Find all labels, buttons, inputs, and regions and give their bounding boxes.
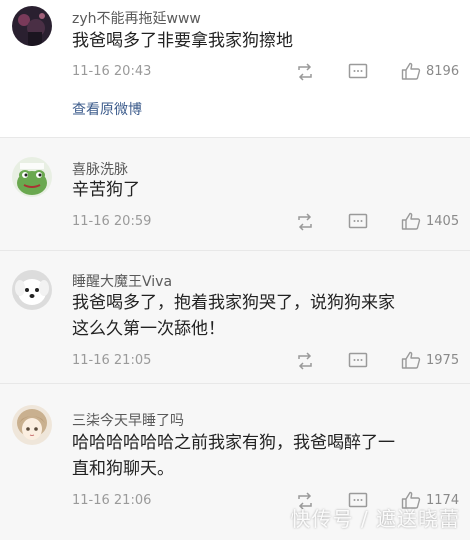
comment-text: 我爸喝多了非要拿我家狗擦地 — [72, 31, 293, 51]
avatar[interactable] — [12, 157, 52, 197]
username[interactable]: zyh不能再拖延www — [72, 8, 201, 28]
repost-icon[interactable] — [295, 352, 315, 370]
username[interactable]: 睡醒大魔王Viva — [72, 271, 172, 291]
comment-text-line-2: 直和狗聊天。 — [72, 459, 174, 479]
timestamp: 11-16 20:43 — [72, 64, 152, 79]
comment-text-line-2: 这么久第一次舔他！ — [72, 319, 225, 339]
like-count: 1405 — [426, 214, 460, 229]
username[interactable]: 三柒今天早睡了吗 — [72, 410, 184, 430]
timestamp: 11-16 20:59 — [72, 214, 152, 229]
divider — [0, 250, 470, 251]
watermark: 快传号 / 遮送晓蕾 — [290, 507, 460, 531]
divider — [0, 383, 470, 384]
white-dog-avatar-image — [12, 270, 52, 310]
like-count: 1975 — [426, 353, 460, 368]
comment-icon[interactable] — [348, 213, 368, 231]
divider — [0, 137, 470, 138]
pepe-frog-avatar-image — [12, 157, 52, 197]
comment-text-line-1: 哈哈哈哈哈哈之前我家有狗，我爸喝醉了一 — [72, 433, 395, 453]
comment-icon[interactable] — [348, 63, 368, 81]
repost-icon[interactable] — [295, 213, 315, 231]
username[interactable]: 喜脉洗脉 — [72, 159, 128, 179]
timestamp: 11-16 21:05 — [72, 353, 152, 368]
view-original-link[interactable]: 查看原微博 — [72, 99, 142, 119]
like-icon[interactable] — [401, 212, 421, 230]
avatar[interactable] — [12, 270, 52, 310]
comment-icon[interactable] — [348, 352, 368, 370]
timestamp: 11-16 21:06 — [72, 493, 152, 508]
dark-photo-avatar-image — [12, 6, 52, 46]
comment-text: 辛苦狗了 — [72, 180, 140, 200]
comment-3: 睡醒大魔王Viva 我爸喝多了，抱着我家狗哭了，说狗狗来家 这么久第一次舔他！ … — [0, 250, 470, 383]
avatar[interactable] — [12, 6, 52, 46]
like-icon[interactable] — [401, 351, 421, 369]
like-icon[interactable] — [401, 62, 421, 80]
comment-2: 喜脉洗脉 辛苦狗了 11-16 20:59 1405 — [0, 137, 470, 250]
like-count: 8196 — [426, 64, 460, 79]
comment-text-line-1: 我爸喝多了，抱着我家狗哭了，说狗狗来家 — [72, 293, 395, 313]
avatar[interactable] — [12, 405, 52, 445]
repost-icon[interactable] — [295, 63, 315, 81]
anime-girl-avatar-image — [12, 405, 52, 445]
comment-1: zyh不能再拖延www 我爸喝多了非要拿我家狗擦地 11-16 20:43 81… — [0, 0, 470, 137]
